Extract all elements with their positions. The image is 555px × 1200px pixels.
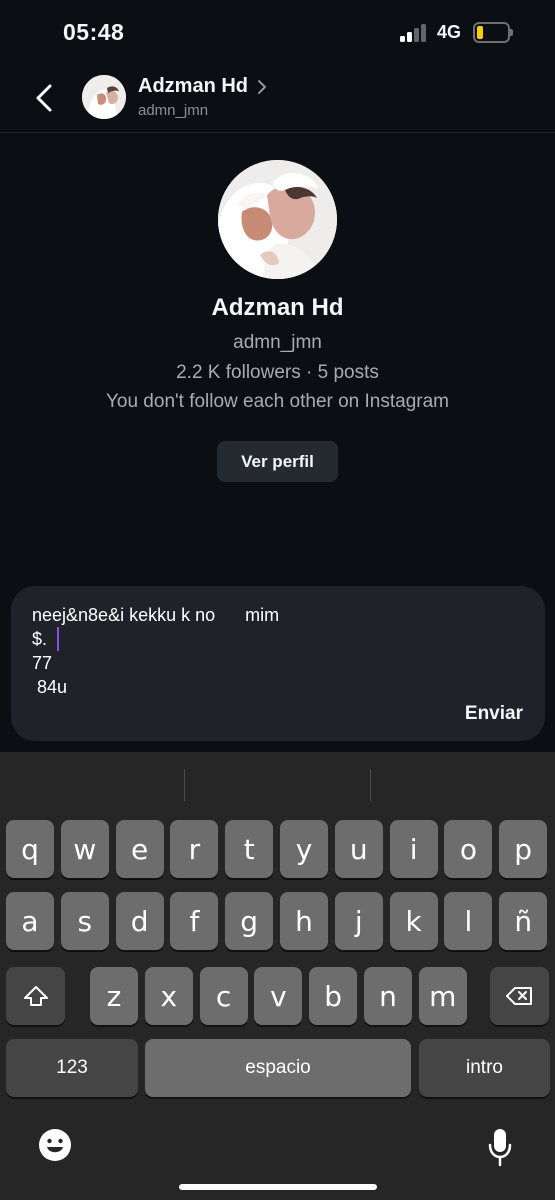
chevron-right-icon	[258, 79, 266, 94]
status-time: 05:48	[63, 19, 125, 45]
text-caret	[57, 627, 60, 651]
emoji-button[interactable]	[37, 1127, 73, 1163]
battery-cap	[510, 29, 513, 36]
battery-level	[477, 26, 484, 39]
key-c[interactable]: c	[199, 967, 248, 1025]
key-s[interactable]: s	[60, 892, 109, 950]
key-j[interactable]: j	[334, 892, 383, 950]
message-line: 77	[32, 653, 53, 673]
key-u[interactable]: u	[334, 820, 383, 878]
key-x[interactable]: x	[144, 967, 193, 1025]
key-k[interactable]: k	[389, 892, 438, 950]
network-label: 4G	[437, 22, 462, 42]
battery-icon	[473, 22, 510, 43]
back-button[interactable]	[28, 80, 64, 116]
delete-icon	[505, 987, 532, 1005]
key-f[interactable]: f	[170, 892, 219, 950]
conversation-header: Adzman Hd admn_jmn	[0, 66, 555, 133]
profile-avatar[interactable]	[218, 160, 337, 279]
profile-username: admn_jmn	[233, 332, 322, 353]
send-button[interactable]: Enviar	[465, 703, 523, 725]
key-q[interactable]: q	[6, 820, 54, 878]
microphone-icon	[488, 1129, 512, 1167]
key-o[interactable]: o	[444, 820, 493, 878]
suggestion-divider	[184, 769, 185, 801]
message-line: 84u	[32, 677, 68, 697]
key-h[interactable]: h	[280, 892, 328, 950]
header-avatar[interactable]	[82, 75, 126, 119]
message-line: $.	[32, 627, 452, 651]
key-v[interactable]: v	[254, 967, 303, 1025]
status-bar: 05:48 4G	[0, 0, 555, 66]
header-profile-link[interactable]: Adzman Hd	[138, 75, 267, 98]
signal-bar	[414, 28, 419, 42]
return-key[interactable]: intro	[419, 1039, 550, 1097]
space-key[interactable]: espacio	[145, 1039, 411, 1097]
suggestion-divider	[370, 769, 371, 801]
numbers-key[interactable]: 123	[6, 1039, 138, 1097]
message-input[interactable]: neej&n8e&i kekku k no mim $. 77 84u	[32, 603, 452, 699]
follow-status: You don't follow each other on Instagram	[105, 391, 450, 412]
key-p[interactable]: p	[499, 820, 548, 878]
key-l[interactable]: l	[444, 892, 493, 950]
home-indicator	[179, 1184, 377, 1190]
couple-photo	[218, 160, 337, 279]
signal-bar	[400, 36, 405, 42]
header-username: admn_jmn	[138, 102, 209, 119]
microphone-button[interactable]	[487, 1127, 513, 1167]
key-t[interactable]: t	[225, 820, 274, 878]
key-m[interactable]: m	[418, 967, 467, 1025]
key-y[interactable]: y	[280, 820, 328, 878]
key-w[interactable]: w	[60, 820, 109, 878]
back-icon	[36, 84, 52, 112]
key-a[interactable]: a	[6, 892, 54, 950]
message-composer[interactable]: neej&n8e&i kekku k no mim $. 77 84u Enviar	[11, 586, 545, 741]
keyboard: 123 espacio intro qwertyuiop asdfghjklñ zx…	[0, 752, 555, 1200]
profile-stats: 2.2 K followers · 5 posts	[176, 362, 379, 383]
shift-icon	[23, 986, 48, 1006]
emoji-icon	[39, 1129, 71, 1161]
signal-bar	[421, 24, 426, 42]
key-n[interactable]: n	[364, 967, 412, 1025]
key-g[interactable]: g	[225, 892, 274, 950]
key-ñ[interactable]: ñ	[499, 892, 548, 950]
header-name: Adzman Hd	[138, 75, 248, 97]
couple-photo	[82, 75, 126, 119]
view-profile-button[interactable]: Ver perfil	[217, 441, 338, 482]
profile-name: Adzman Hd	[211, 294, 344, 321]
shift-key[interactable]	[6, 967, 65, 1025]
key-r[interactable]: r	[170, 820, 219, 878]
signal-icon	[400, 24, 428, 42]
key-i[interactable]: i	[389, 820, 438, 878]
key-z[interactable]: z	[90, 967, 138, 1025]
key-e[interactable]: e	[115, 820, 164, 878]
key-d[interactable]: d	[115, 892, 164, 950]
message-line: neej&n8e&i kekku k no mim	[32, 605, 280, 625]
delete-key[interactable]	[490, 967, 549, 1025]
signal-bar	[407, 32, 412, 42]
suggestion-bar	[0, 752, 555, 806]
key-b[interactable]: b	[309, 967, 358, 1025]
